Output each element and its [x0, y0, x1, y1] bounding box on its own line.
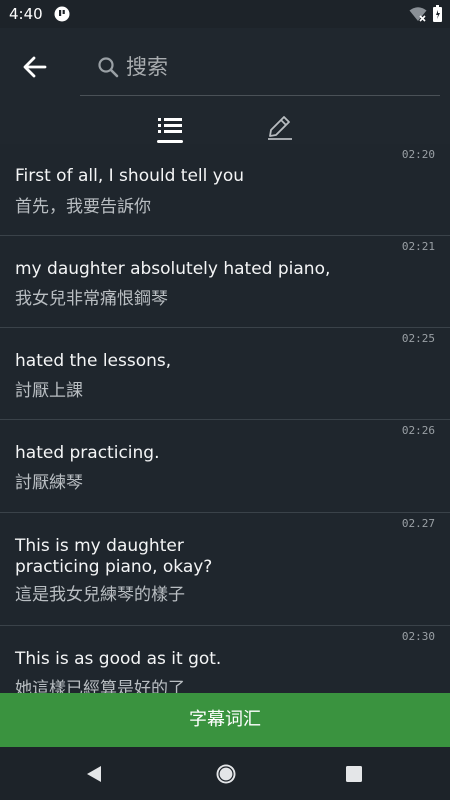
tab-indicator: [157, 140, 183, 143]
subtitle-list[interactable]: 02:20 First of all, I should tell you 首先…: [0, 144, 450, 693]
wifi-off-icon: [409, 7, 427, 22]
subtitle-vocabulary-button[interactable]: 字幕词汇: [0, 693, 450, 747]
header: [0, 28, 450, 144]
navigation-bar: [0, 747, 450, 800]
english-line: This is as good as it got.: [15, 649, 222, 669]
subtitle-item[interactable]: 02.27 This is my daughter practicing pia…: [0, 513, 450, 626]
timestamp: 02:30: [401, 630, 435, 643]
timestamp: 02.27: [401, 517, 435, 530]
tab-pencil-icon[interactable]: [260, 112, 300, 144]
subtitle-item[interactable]: 02:20 First of all, I should tell you 首先…: [0, 144, 450, 236]
nav-back-icon[interactable]: [84, 764, 104, 784]
subtitle-item[interactable]: 02:30 This is as good as it got. 她這樣已經算是…: [0, 626, 450, 693]
chinese-line: 討厭上課: [15, 381, 83, 401]
timestamp: 02:20: [401, 148, 435, 161]
english-line: hated practicing.: [15, 443, 160, 463]
timestamp: 02:25: [401, 332, 435, 345]
status-bar: 4:40: [0, 0, 450, 28]
search-input[interactable]: [126, 50, 426, 84]
subtitle-item[interactable]: 02:26 hated practicing. 討厭練琴: [0, 420, 450, 513]
nav-recent-apps-icon[interactable]: [345, 765, 363, 783]
app-notification-icon: [54, 6, 70, 22]
chinese-line: 她這樣已經算是好的了: [15, 679, 185, 693]
timestamp: 02:21: [401, 240, 435, 253]
chinese-line: 我女兒非常痛恨鋼琴: [15, 289, 168, 309]
back-arrow-icon[interactable]: [20, 52, 50, 82]
search-icon: [98, 57, 119, 78]
english-line: my daughter absolutely hated piano,: [15, 259, 331, 279]
subtitle-item[interactable]: 02:25 hated the lessons, 討厭上課: [0, 328, 450, 420]
nav-home-icon[interactable]: [215, 763, 237, 785]
subtitle-item[interactable]: 02:21 my daughter absolutely hated piano…: [0, 236, 450, 328]
timestamp: 02:26: [401, 424, 435, 437]
english-line: First of all, I should tell you: [15, 166, 244, 186]
battery-icon: [433, 5, 442, 22]
chinese-line: 首先，我要告訴你: [15, 197, 151, 217]
search-underline: [80, 95, 440, 96]
chinese-line: 討厭練琴: [15, 473, 83, 493]
english-line: This is my daughter practicing piano, ok…: [15, 536, 213, 577]
status-time: 4:40: [9, 5, 43, 23]
english-line: hated the lessons,: [15, 351, 172, 371]
chinese-line: 這是我女兒練琴的樣子: [15, 585, 185, 605]
